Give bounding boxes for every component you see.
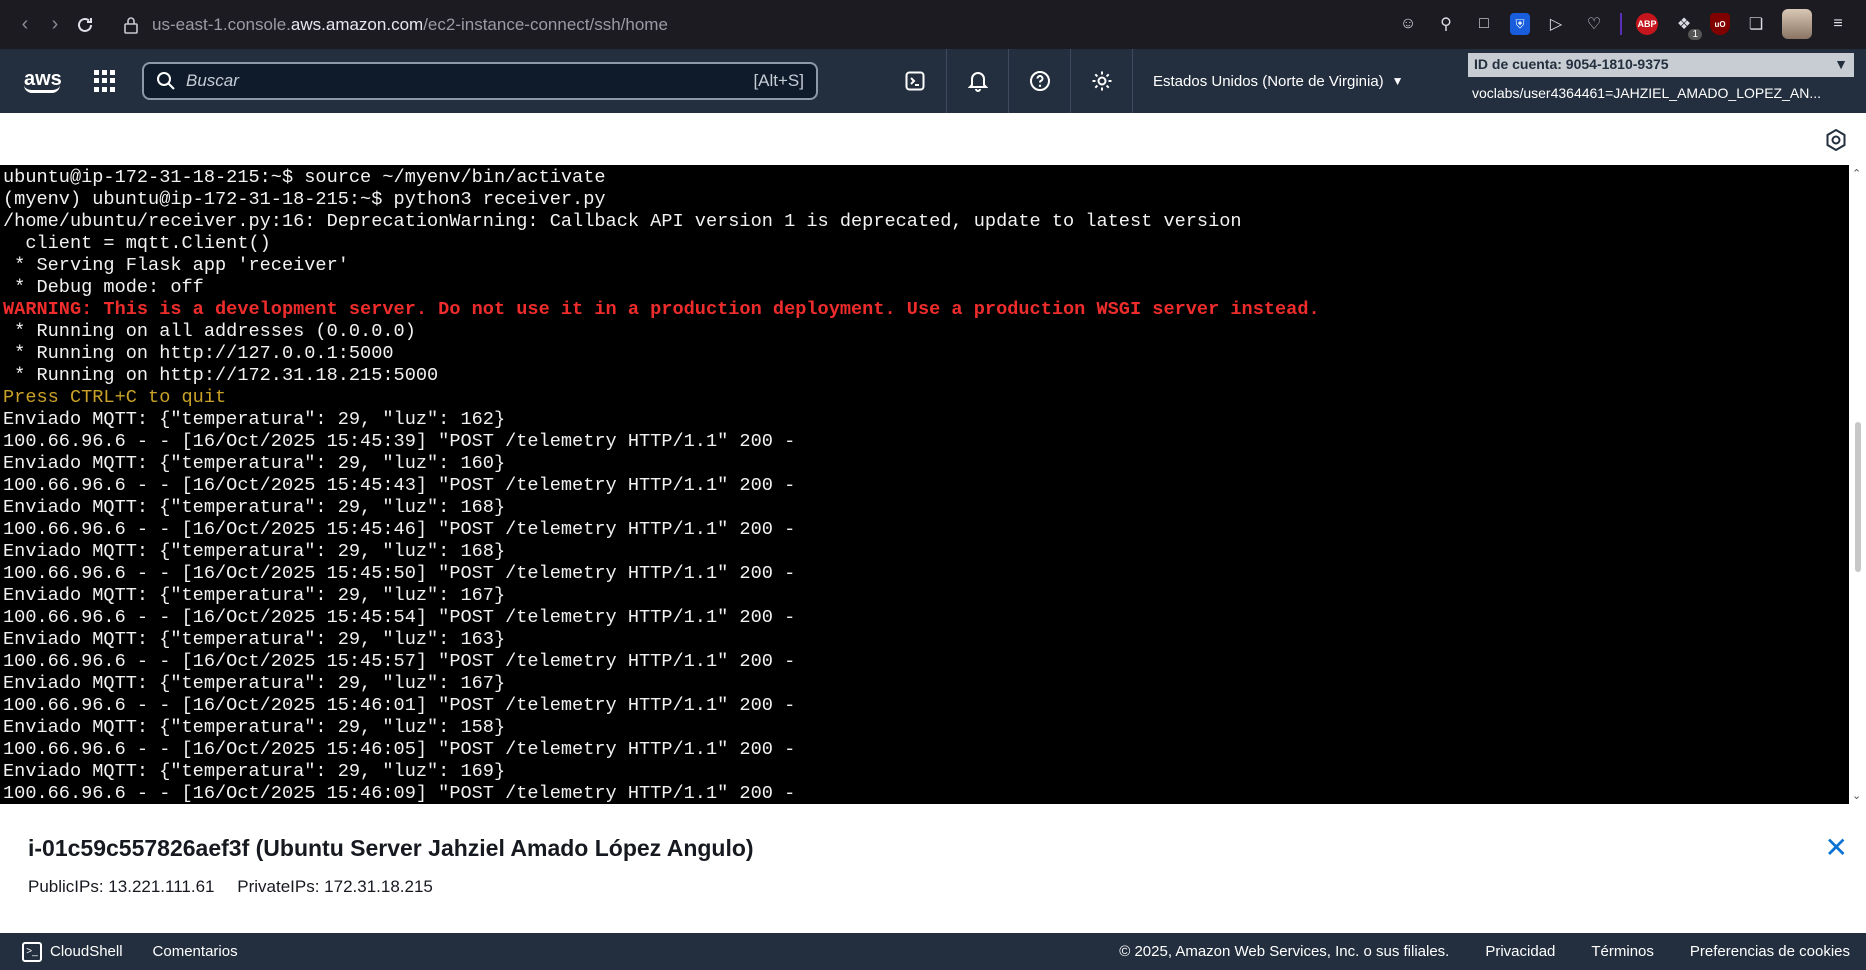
scroll-down-icon[interactable]: ⌄ xyxy=(1852,789,1861,802)
terminal-output[interactable]: ubuntu@ip-172-31-18-215:~$ source ~/myen… xyxy=(0,165,1849,804)
terminal-line: Press CTRL+C to quit xyxy=(3,387,227,408)
lock-icon xyxy=(124,16,138,34)
terminal-line: Enviado MQTT: {"temperatura": 29, "luz":… xyxy=(3,541,506,562)
pin-icon[interactable]: ⚲ xyxy=(1434,12,1458,36)
url-host: aws.amazon.com xyxy=(290,14,424,34)
screenshot-icon[interactable]: □ xyxy=(1472,12,1496,36)
connect-toolbar xyxy=(0,113,1866,165)
terminal-line: 100.66.96.6 - - [16/Oct/2025 15:45:46] "… xyxy=(3,519,796,540)
search-shortcut: [Alt+S] xyxy=(753,71,804,90)
terminal-line: WARNING: This is a development server. D… xyxy=(3,299,1320,320)
address-bar[interactable]: us-east-1.console. aws.amazon.com/ec2-ins… xyxy=(124,15,668,35)
account-user: voclabs/user4364461=JAHZIEL_AMADO_LOPEZ_… xyxy=(1472,85,1822,101)
instance-info-panel: i-01c59c557826aef3f (Ubuntu Server Jahzi… xyxy=(0,804,1866,933)
terminal-line: * Debug mode: off xyxy=(3,277,204,298)
cookie-preferences-link[interactable]: Preferencias de cookies xyxy=(1690,943,1850,960)
profile-avatar[interactable] xyxy=(1782,9,1812,39)
play-icon[interactable]: ▷ xyxy=(1544,12,1568,36)
account-caret-icon: ▼ xyxy=(1834,56,1848,72)
services-grid-icon[interactable] xyxy=(94,70,116,92)
terminal-line: Enviado MQTT: {"temperatura": 29, "luz":… xyxy=(3,717,506,738)
terminal-line: * Running on http://127.0.0.1:5000 xyxy=(3,343,394,364)
terminal-line: (myenv) ubuntu@ip-172-31-18-215:~$ pytho… xyxy=(3,189,606,210)
terminal-line: * Serving Flask app 'receiver' xyxy=(3,255,349,276)
help-icon[interactable] xyxy=(1008,49,1070,113)
terminal-line: ubuntu@ip-172-31-18-215:~$ source ~/myen… xyxy=(3,167,606,188)
terminal-line: * Running on http://172.31.18.215:5000 xyxy=(3,365,439,386)
caret-down-icon: ▼ xyxy=(1391,74,1404,88)
private-ips: PrivateIPs: 172.31.18.215 xyxy=(237,877,433,896)
account-id: ID de cuenta: 9054-1810-9375 xyxy=(1474,56,1669,72)
account-id-bar: ID de cuenta: 9054-1810-9375 ▼ xyxy=(1468,53,1854,77)
terminal-line: client = mqtt.Client() xyxy=(3,233,271,254)
account-panel[interactable]: ID de cuenta: 9054-1810-9375 ▼ voclabs/u… xyxy=(1466,49,1866,113)
terminal-line: 100.66.96.6 - - [16/Oct/2025 15:46:09] "… xyxy=(3,783,796,804)
scroll-up-icon[interactable]: ⌃ xyxy=(1852,167,1861,180)
cloudshell-icon[interactable] xyxy=(884,49,946,113)
ublock-origin-icon[interactable]: uO xyxy=(1710,13,1730,35)
close-icon[interactable]: ✕ xyxy=(1825,834,1848,862)
terminal-line: Enviado MQTT: {"temperatura": 29, "luz":… xyxy=(3,497,506,518)
browser-toolbar: ‹ › us-east-1.console. aws.amazon.com/ec2… xyxy=(0,0,1866,49)
terminal-line: 100.66.96.6 - - [16/Oct/2025 15:45:39] "… xyxy=(3,431,796,452)
search-icon xyxy=(157,72,175,90)
terminal-line: 100.66.96.6 - - [16/Oct/2025 15:45:43] "… xyxy=(3,475,796,496)
aws-logo[interactable]: aws xyxy=(24,69,66,93)
terminal-line: 100.66.96.6 - - [16/Oct/2025 15:45:50] "… xyxy=(3,563,796,584)
cloudshell-button[interactable]: >_ CloudShell xyxy=(22,941,123,962)
region-label: Estados Unidos (Norte de Virginia) xyxy=(1153,72,1384,90)
feedback-link[interactable]: Comentarios xyxy=(153,943,238,960)
terminal-line: 100.66.96.6 - - [16/Oct/2025 15:46:05] "… xyxy=(3,739,796,760)
back-icon[interactable]: ‹ xyxy=(10,10,40,40)
bitwarden-shield-icon[interactable]: ⛨ xyxy=(1510,13,1530,35)
terminal-line: * Running on all addresses (0.0.0.0) xyxy=(3,321,416,342)
notifications-bell-icon[interactable] xyxy=(946,49,1008,113)
public-ips: PublicIPs: 13.221.111.61 xyxy=(28,877,215,896)
terminal-line: Enviado MQTT: {"temperatura": 29, "luz":… xyxy=(3,629,506,650)
instance-ips: PublicIPs: 13.221.111.61 PrivateIPs: 172… xyxy=(28,877,451,897)
privacy-link[interactable]: Privacidad xyxy=(1485,943,1555,960)
extensions-row: ☺ ⚲ □ ⛨ ▷ ♡ ABP ❖ 1 uO ❏ ≡ xyxy=(1396,9,1850,40)
cloudshell-footer-icon: >_ xyxy=(22,941,42,962)
aws-logo-text: aws xyxy=(24,68,62,90)
url-prefix: us-east-1.console. xyxy=(152,14,291,34)
toolbar-divider xyxy=(1620,13,1622,35)
terminal-line: Enviado MQTT: {"temperatura": 29, "luz":… xyxy=(3,453,506,474)
terminal-line: Enviado MQTT: {"temperatura": 29, "luz":… xyxy=(3,585,506,606)
extension-badge-icon[interactable]: ❖ 1 xyxy=(1672,12,1702,40)
extension-badge-count: 1 xyxy=(1688,29,1702,40)
search-input[interactable] xyxy=(186,71,754,91)
emoji-icon[interactable]: ☺ xyxy=(1396,12,1420,36)
terminal-line: Enviado MQTT: {"temperatura": 29, "luz":… xyxy=(3,761,506,782)
copyright: © 2025, Amazon Web Services, Inc. o sus … xyxy=(1119,943,1450,960)
terminal-line: Enviado MQTT: {"temperatura": 29, "luz":… xyxy=(3,409,506,430)
terminal-scrollbar[interactable]: ⌃ ⌄ xyxy=(1849,165,1866,804)
terminal-settings-icon[interactable] xyxy=(1824,128,1848,152)
terminal-line: /home/ubuntu/receiver.py:16: Deprecation… xyxy=(3,211,1242,232)
region-selector[interactable]: Estados Unidos (Norte de Virginia) ▼ xyxy=(1132,49,1424,113)
instance-title: i-01c59c557826aef3f (Ubuntu Server Jahzi… xyxy=(28,835,754,861)
extensions-puzzle-icon[interactable]: ❏ xyxy=(1744,12,1768,36)
menu-icon[interactable]: ≡ xyxy=(1826,12,1850,36)
cloudshell-label: CloudShell xyxy=(50,943,123,960)
settings-gear-icon[interactable] xyxy=(1070,49,1132,113)
console-footer: >_ CloudShell Comentarios © 2025, Amazon… xyxy=(0,933,1866,970)
forward-icon[interactable]: › xyxy=(40,10,70,40)
heart-icon[interactable]: ♡ xyxy=(1582,12,1606,36)
terminal-line: 100.66.96.6 - - [16/Oct/2025 15:45:54] "… xyxy=(3,607,796,628)
reload-icon[interactable] xyxy=(70,10,100,40)
search-box[interactable]: [Alt+S] xyxy=(142,62,818,100)
terminal-line: 100.66.96.6 - - [16/Oct/2025 15:45:57] "… xyxy=(3,651,796,672)
scrollbar-thumb[interactable] xyxy=(1855,422,1861,572)
url-path: /ec2-instance-connect/ssh/home xyxy=(423,14,668,34)
terminal-line: Enviado MQTT: {"temperatura": 29, "luz":… xyxy=(3,673,506,694)
terminal-line: 100.66.96.6 - - [16/Oct/2025 15:46:01] "… xyxy=(3,695,796,716)
terms-link[interactable]: Términos xyxy=(1591,943,1654,960)
adblock-plus-icon[interactable]: ABP xyxy=(1636,13,1658,35)
